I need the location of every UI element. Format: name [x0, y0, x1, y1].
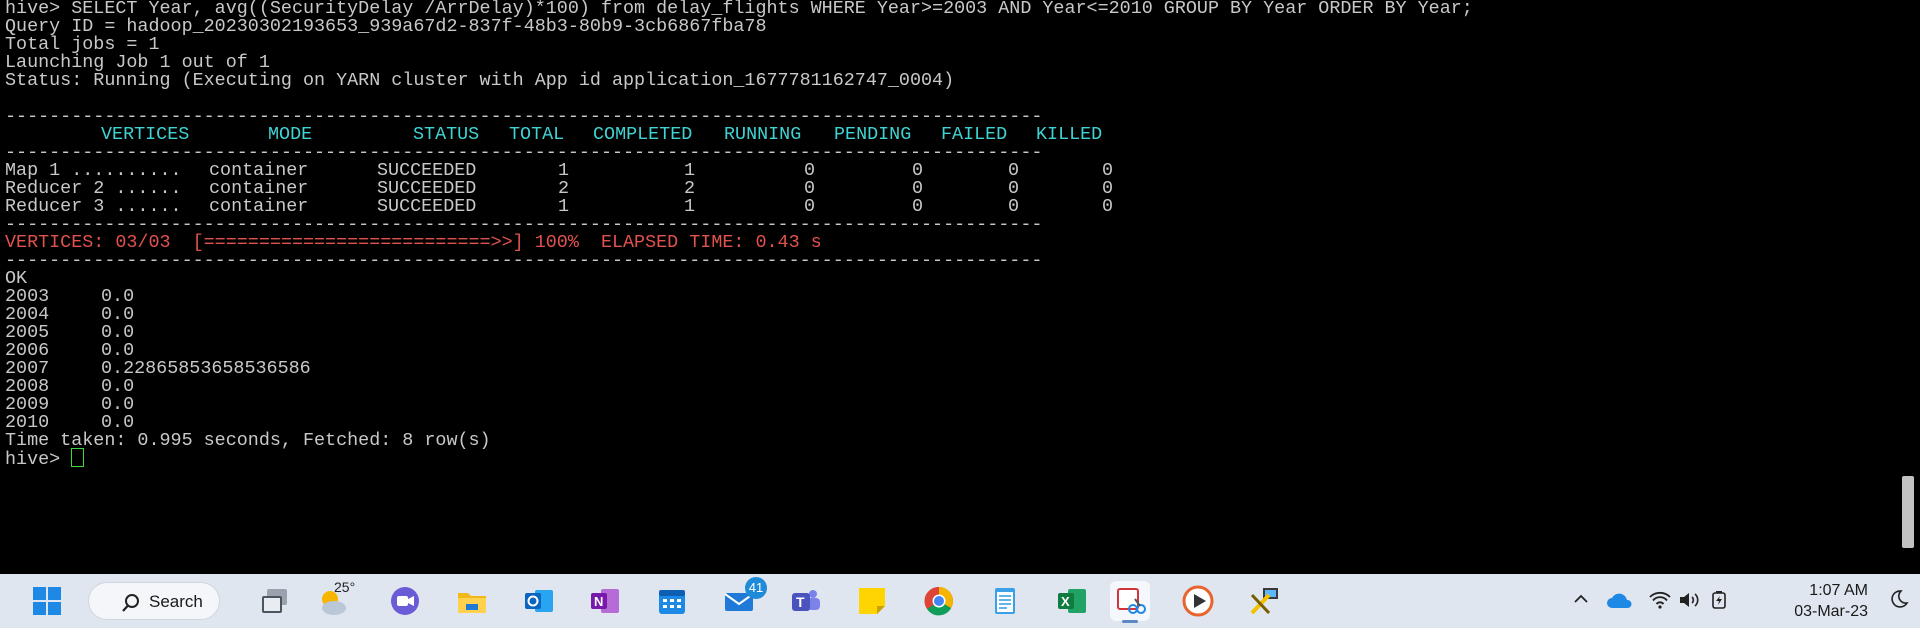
clock-date: 03-Mar-23	[1794, 603, 1868, 620]
volume-icon[interactable]	[1678, 590, 1702, 610]
calendar-icon[interactable]	[652, 581, 692, 621]
terminal-scrollbar[interactable]	[1898, 0, 1920, 574]
prompt-line[interactable]: hive>	[5, 448, 85, 470]
onenote-icon[interactable]: N	[585, 581, 625, 621]
outlook-icon[interactable]	[519, 581, 559, 621]
battery-charging-icon[interactable]	[1708, 590, 1732, 610]
svg-text:N: N	[594, 594, 603, 609]
search-icon	[122, 594, 139, 612]
sticky-notes-icon[interactable]	[852, 581, 892, 621]
excel-icon[interactable]: X	[1052, 581, 1092, 621]
text-cursor	[71, 448, 85, 467]
task-view-icon[interactable]	[255, 581, 295, 621]
mail-badge: 41	[745, 577, 767, 599]
teams-icon[interactable]: T	[786, 581, 826, 621]
clock[interactable]: 1:07 AM 03-Mar-23	[1752, 580, 1868, 622]
clock-time: 1:07 AM	[1809, 582, 1868, 599]
weather-temp: 25°	[334, 579, 356, 595]
mail-icon[interactable]: 41	[719, 577, 767, 621]
taskbar-search[interactable]: Search	[88, 582, 220, 620]
media-player-icon[interactable]	[1178, 581, 1218, 621]
scrollbar-thumb[interactable]	[1902, 476, 1914, 548]
chrome-icon[interactable]	[919, 581, 959, 621]
moon-icon[interactable]	[1888, 588, 1910, 610]
prompt-text: hive>	[5, 449, 72, 470]
header-killed: KILLED	[1036, 124, 1103, 145]
svg-text:X: X	[1061, 594, 1070, 609]
snipping-tool-icon[interactable]	[1110, 581, 1150, 623]
status-line: Status: Running (Executing on YARN clust…	[5, 70, 955, 91]
taskbar: Search 25° N 41 T X 1:07 AM 03-Mar-23	[0, 574, 1920, 628]
file-explorer-icon[interactable]	[452, 581, 492, 621]
search-label: Search	[149, 592, 203, 611]
weather-icon[interactable]: 25°	[312, 579, 356, 621]
notepad-icon[interactable]	[985, 581, 1025, 621]
wifi-icon[interactable]	[1648, 590, 1672, 610]
svg-text:T: T	[796, 594, 805, 610]
windows-start-icon[interactable]	[27, 581, 67, 621]
table-divider: ----------------------------------------…	[5, 250, 1043, 271]
chevron-up-icon[interactable]	[1572, 590, 1590, 608]
row-killed: 0	[1101, 196, 1113, 217]
onedrive-icon[interactable]	[1606, 590, 1634, 610]
network-tools-icon[interactable]	[1245, 581, 1285, 621]
camera-chat-icon[interactable]	[385, 581, 425, 621]
terminal-window[interactable]: hive> SELECT Year, avg((SecurityDelay /A…	[0, 0, 1898, 574]
